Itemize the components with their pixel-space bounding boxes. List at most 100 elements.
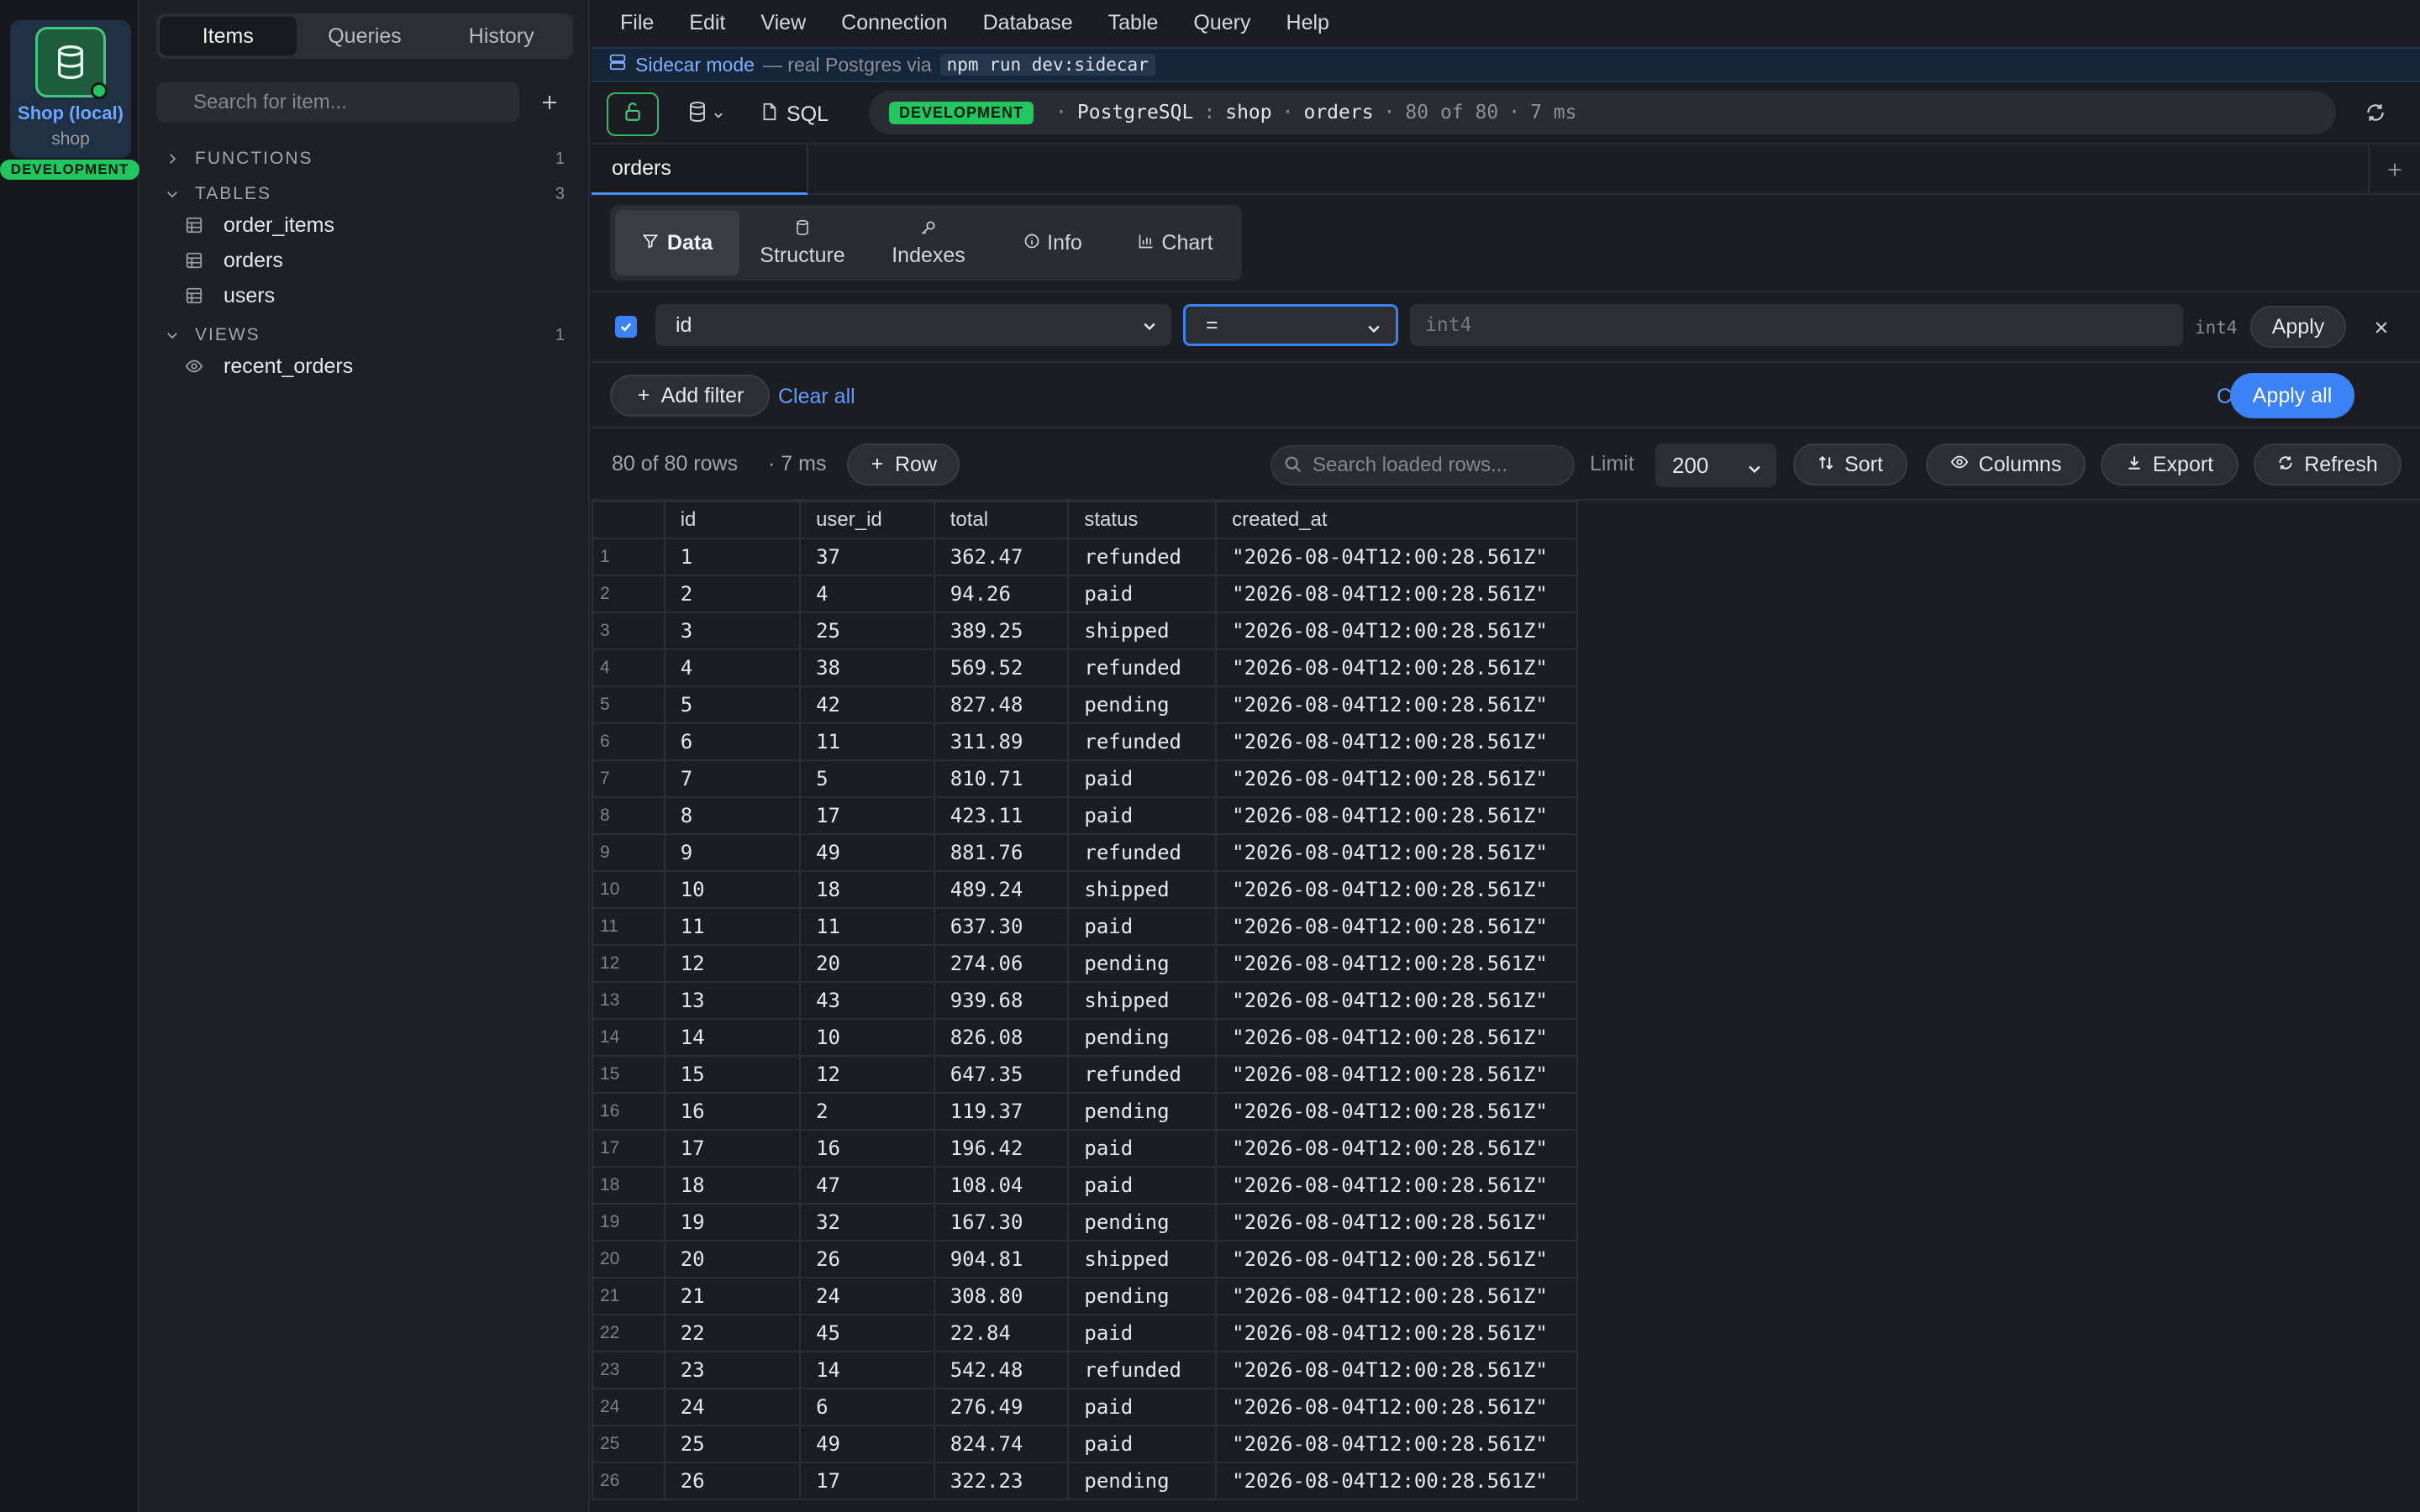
cell-user-id[interactable]: 18 [799,870,935,909]
table-row[interactable]: 5 5 42 827.48 pending "2026-08-04T12:00:28.56… [592,685,1578,724]
sort-button[interactable]: Sort [1793,444,1907,486]
cell-status[interactable]: paid [1067,1314,1218,1352]
add-item-icon[interactable] [529,82,570,123]
menu-file[interactable]: File [620,11,654,35]
cell-id[interactable]: 2 [663,575,802,613]
cell-id[interactable]: 17 [663,1129,802,1168]
apply-all-button[interactable]: Apply all [2230,373,2354,418]
cell-created-at[interactable]: "2026-08-04T12:00:28.561Z" [1215,1240,1578,1278]
cell-id[interactable]: 26 [663,1462,802,1500]
cell-total[interactable]: 362.47 [933,538,1070,576]
cell-created-at[interactable]: "2026-08-04T12:00:28.561Z" [1215,1018,1578,1057]
cell-created-at[interactable]: "2026-08-04T12:00:28.561Z" [1215,722,1578,761]
cell-status[interactable]: shipped [1067,870,1218,909]
cell-total[interactable]: 647.35 [933,1055,1070,1094]
cell-id[interactable]: 1 [663,538,802,576]
cell-created-at[interactable]: "2026-08-04T12:00:28.561Z" [1215,1166,1578,1205]
cell-id[interactable]: 24 [663,1388,802,1426]
cell-created-at[interactable]: "2026-08-04T12:00:28.561Z" [1215,1277,1578,1315]
cell-user-id[interactable]: 11 [799,722,935,761]
cell-user-id[interactable]: 32 [799,1203,935,1242]
database-menu-button[interactable] [679,92,733,136]
cell-status[interactable]: paid [1067,1425,1218,1463]
cell-user-id[interactable]: 42 [799,685,935,724]
sidebar-section-views[interactable]: VIEWS 1 [165,323,565,348]
table-row[interactable]: 8 8 17 423.11 paid "2026-08-04T12:00:28.561Z" [592,796,1578,835]
menu-query[interactable]: Query [1193,11,1250,35]
cell-id[interactable]: 10 [663,870,802,909]
sidebar-item-orders[interactable]: orders [185,245,283,276]
cell-created-at[interactable]: "2026-08-04T12:00:28.561Z" [1215,575,1578,613]
cell-status[interactable]: pending [1067,685,1218,724]
table-row[interactable]: 23 23 14 542.48 refunded "2026-08-04T12:00:28… [592,1351,1578,1389]
table-row[interactable]: 20 20 26 904.81 shipped "2026-08-04T12:00:28.… [592,1240,1578,1278]
table-row[interactable]: 13 13 43 939.68 shipped "2026-08-04T12:00:28.… [592,981,1578,1020]
cell-total[interactable]: 810.71 [933,759,1070,798]
connection-card[interactable]: Shop (local) shop [10,20,131,158]
cell-created-at[interactable]: "2026-08-04T12:00:28.561Z" [1215,1055,1578,1094]
table-row[interactable]: 10 10 18 489.24 shipped "2026-08-04T12:00:28.… [592,870,1578,909]
cell-user-id[interactable]: 45 [799,1314,935,1352]
cell-user-id[interactable]: 49 [799,833,935,872]
cell-status[interactable]: paid [1067,796,1218,835]
cell-status[interactable]: paid [1067,1129,1218,1168]
cell-created-at[interactable]: "2026-08-04T12:00:28.561Z" [1215,685,1578,724]
cell-created-at[interactable]: "2026-08-04T12:00:28.561Z" [1215,1203,1578,1242]
cell-id[interactable]: 15 [663,1055,802,1094]
table-row[interactable]: 15 15 12 647.35 refunded "2026-08-04T12:00:28… [592,1055,1578,1094]
tab-info[interactable]: Info [992,210,1114,276]
cell-created-at[interactable]: "2026-08-04T12:00:28.561Z" [1215,1388,1578,1426]
table-row[interactable]: 18 18 47 108.04 paid "2026-08-04T12:00:28.561… [592,1166,1578,1205]
cell-created-at[interactable]: "2026-08-04T12:00:28.561Z" [1215,981,1578,1020]
cell-total[interactable]: 276.49 [933,1388,1070,1426]
cell-status[interactable]: shipped [1067,981,1218,1020]
sidebar-section-functions[interactable]: FUNCTIONS 1 [165,146,565,171]
cell-id[interactable]: 6 [663,722,802,761]
cell-total[interactable]: 167.30 [933,1203,1070,1242]
cell-status[interactable]: refunded [1067,1055,1218,1094]
cell-status[interactable]: paid [1067,759,1218,798]
cell-status[interactable]: refunded [1067,722,1218,761]
filter-operator-select[interactable]: = [1183,304,1398,346]
apply-filter-button[interactable]: Apply [2250,306,2346,348]
cell-total[interactable]: 489.24 [933,870,1070,909]
cell-user-id[interactable]: 43 [799,981,935,1020]
cell-total[interactable]: 542.48 [933,1351,1070,1389]
table-row[interactable]: 19 19 32 167.30 pending "2026-08-04T12:00:28.… [592,1203,1578,1242]
cell-status[interactable]: refunded [1067,833,1218,872]
cell-total[interactable]: 939.68 [933,981,1070,1020]
cell-created-at[interactable]: "2026-08-04T12:00:28.561Z" [1215,612,1578,650]
cell-total[interactable]: 322.23 [933,1462,1070,1500]
cell-total[interactable]: 824.74 [933,1425,1070,1463]
table-row[interactable]: 9 9 49 881.76 refunded "2026-08-04T12:00:28.5… [592,833,1578,872]
reload-connection-button[interactable] [2356,96,2395,134]
cell-id[interactable]: 7 [663,759,802,798]
cell-user-id[interactable]: 4 [799,575,935,613]
remove-filter-icon[interactable] [2366,312,2396,343]
cell-status[interactable]: paid [1067,575,1218,613]
cell-user-id[interactable]: 49 [799,1425,935,1463]
tab-indexes[interactable]: Indexes [865,210,992,276]
cell-total[interactable]: 22.84 [933,1314,1070,1352]
sidebar-tab-items[interactable]: Items [160,17,297,55]
filter-enabled-checkbox[interactable] [615,316,637,338]
cell-id[interactable]: 12 [663,944,802,983]
cell-created-at[interactable]: "2026-08-04T12:00:28.561Z" [1215,1129,1578,1168]
cell-total[interactable]: 637.30 [933,907,1070,946]
cell-created-at[interactable]: "2026-08-04T12:00:28.561Z" [1215,870,1578,909]
table-row[interactable]: 11 11 11 637.30 paid "2026-08-04T12:00:28.561… [592,907,1578,946]
tab-data[interactable]: Data [615,210,739,276]
cell-user-id[interactable]: 25 [799,612,935,650]
sidebar-tab-history[interactable]: History [433,17,570,55]
export-button[interactable]: Export [2101,444,2238,486]
cell-id[interactable]: 22 [663,1314,802,1352]
cell-id[interactable]: 16 [663,1092,802,1131]
table-row[interactable]: 4 4 38 569.52 refunded "2026-08-04T12:00:28.5… [592,648,1578,687]
table-row[interactable]: 21 21 24 308.80 pending "2026-08-04T12:00:28.… [592,1277,1578,1315]
refresh-button[interactable]: Refresh [2254,444,2402,486]
cell-created-at[interactable]: "2026-08-04T12:00:28.561Z" [1215,1351,1578,1389]
cell-id[interactable]: 9 [663,833,802,872]
cell-id[interactable]: 3 [663,612,802,650]
cell-id[interactable]: 19 [663,1203,802,1242]
cell-created-at[interactable]: "2026-08-04T12:00:28.561Z" [1215,1425,1578,1463]
